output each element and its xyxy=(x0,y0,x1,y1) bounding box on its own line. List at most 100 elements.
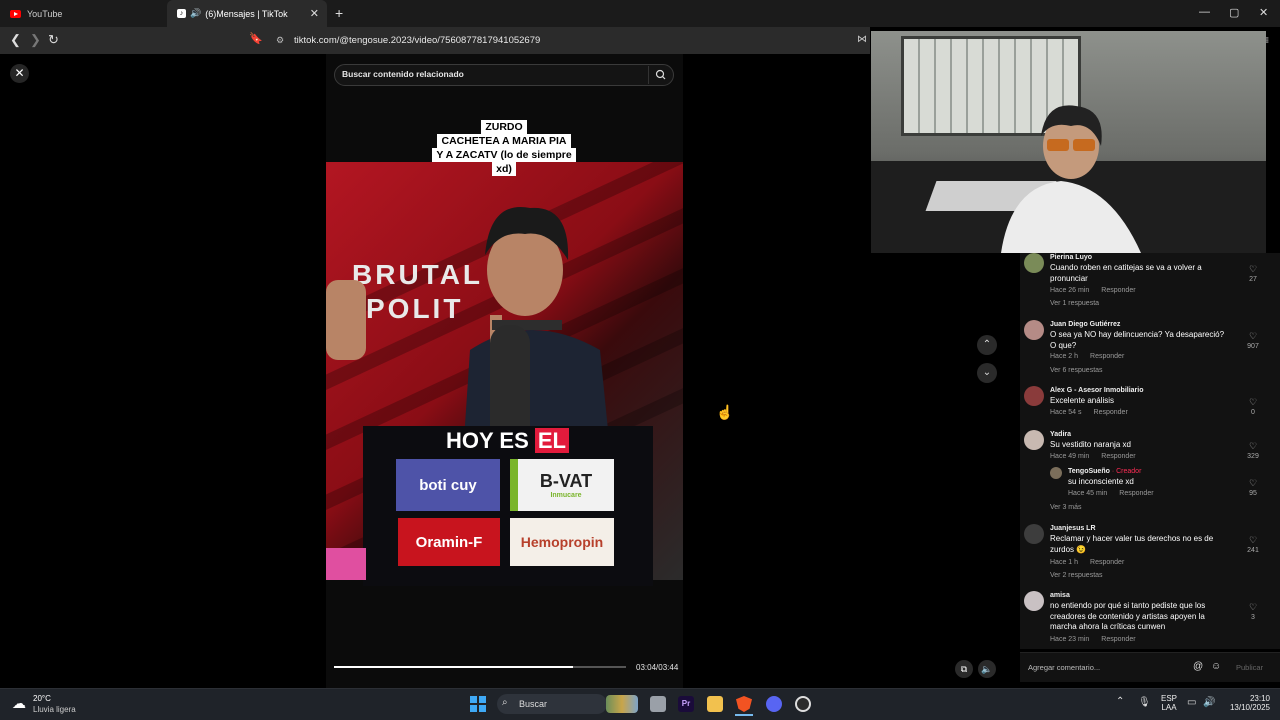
avatar[interactable] xyxy=(1024,591,1044,611)
search-icon: ⌕ xyxy=(502,697,508,708)
reply-button[interactable]: Responder xyxy=(1090,353,1124,360)
discord-icon[interactable] xyxy=(766,696,782,712)
url-field[interactable]: tiktok.com/@tengosue.2023/video/75608778… xyxy=(294,35,540,46)
taskbar-search-label: Buscar xyxy=(519,699,548,709)
avatar[interactable] xyxy=(1024,253,1044,273)
like-icon[interactable]: ♡ xyxy=(1247,264,1259,275)
comment-meta: Hace 2 h Responder xyxy=(1050,353,1125,360)
reply-button[interactable]: Responder xyxy=(1101,287,1135,294)
comment-meta: Hace 49 min Responder xyxy=(1050,453,1136,460)
comment-user[interactable]: Juan Diego Gutiérrez xyxy=(1050,321,1120,328)
tab-label: YouTube xyxy=(27,8,63,19)
file-explorer-icon[interactable] xyxy=(707,696,723,712)
like-icon[interactable]: ♡ xyxy=(1247,441,1259,452)
weather-desc: Lluvia ligera xyxy=(33,705,76,714)
reply-button[interactable]: Responder xyxy=(1101,636,1135,643)
weather-icon[interactable]: ☁ xyxy=(12,695,26,712)
comment-input[interactable]: Agregar comentario... xyxy=(1028,663,1100,672)
bookmark-icon[interactable]: 🔖 xyxy=(249,32,263,45)
search-icon[interactable] xyxy=(648,66,670,84)
language-indicator[interactable]: ESP LAA xyxy=(1161,694,1177,712)
like-icon[interactable]: ♡ xyxy=(1247,478,1259,489)
tab-label: (6)Mensajes | TikTok xyxy=(205,8,288,19)
site-settings-icon[interactable]: ⚙ xyxy=(276,35,284,46)
tab-tiktok[interactable]: ♪ 🔊 (6)Mensajes | TikTok ✕ xyxy=(167,0,327,27)
comment-text: Excelente análisis xyxy=(1050,396,1115,405)
pip-icon[interactable]: ⧉ xyxy=(955,660,973,678)
hemopropin-logo: Hemopropin xyxy=(510,518,614,566)
like-count: 3 xyxy=(1251,614,1255,621)
premiere-icon[interactable]: Pr xyxy=(678,696,694,712)
reader-icon[interactable]: ⋈ xyxy=(857,34,867,45)
close-window-button[interactable]: ✕ xyxy=(1259,6,1268,19)
tab-youtube[interactable]: YouTube xyxy=(0,0,165,27)
like-count: 241 xyxy=(1247,547,1259,554)
maximize-button[interactable]: ▢ xyxy=(1229,6,1239,19)
taskbar-search[interactable] xyxy=(497,694,607,714)
comment-user[interactable]: Pierina Luyo xyxy=(1050,254,1092,261)
view-replies[interactable]: Ver 6 respuestas xyxy=(1050,367,1103,374)
reply-button[interactable]: Responder xyxy=(1101,453,1135,460)
view-replies[interactable]: Ver 1 respuesta xyxy=(1050,300,1099,307)
avatar[interactable] xyxy=(1024,386,1044,406)
reload-icon[interactable]: ↻ xyxy=(48,32,59,48)
comment-text: Su vestidito naranja xd xyxy=(1050,440,1131,449)
back-icon[interactable]: ❮ xyxy=(10,32,21,48)
pink-object xyxy=(326,548,366,580)
forward-icon[interactable]: ❯ xyxy=(30,32,41,48)
like-count: 27 xyxy=(1249,276,1257,283)
search-highlight-image[interactable] xyxy=(606,695,638,713)
previous-video-button[interactable]: ⌃ xyxy=(977,335,997,355)
view-more-replies[interactable]: Ver 3 más xyxy=(1050,504,1082,511)
reply-user[interactable]: TengoSueño · Creador xyxy=(1068,468,1141,475)
like-icon[interactable]: ♡ xyxy=(1247,602,1259,613)
new-tab-button[interactable]: + xyxy=(335,5,343,21)
task-view-icon[interactable] xyxy=(650,696,666,712)
hand-cursor-icon: ☝ xyxy=(716,404,734,420)
windows-start-icon[interactable] xyxy=(470,696,486,712)
weather-temp[interactable]: 20°C xyxy=(33,694,51,703)
view-replies[interactable]: Ver 2 respuestas xyxy=(1050,572,1103,579)
youtube-icon xyxy=(10,9,21,18)
reply-button[interactable]: Responder xyxy=(1119,490,1153,497)
comment-user[interactable]: Yadira xyxy=(1050,431,1071,438)
microphone-icon[interactable]: 🎙 xyxy=(1138,697,1151,708)
comment-user[interactable]: Juanjesus LR xyxy=(1050,525,1096,532)
network-icon[interactable]: ▭ xyxy=(1187,697,1196,708)
tiktok-icon: ♪ xyxy=(177,9,186,18)
like-icon[interactable]: ♡ xyxy=(1247,331,1259,342)
comment-text: no entiendo por qué si tanto pediste que… xyxy=(1050,601,1206,631)
video-time: 03:04/03:44 xyxy=(636,663,679,672)
clock[interactable]: 23:10 13/10/2025 xyxy=(1226,694,1270,712)
progress-fill xyxy=(334,666,574,668)
comment-text: O sea ya NO hay delincuencia? Ya desapar… xyxy=(1050,330,1225,350)
obs-icon[interactable] xyxy=(795,696,811,712)
reply-button[interactable]: Responder xyxy=(1094,409,1128,416)
mention-icon[interactable]: @ xyxy=(1193,661,1203,672)
like-count: 95 xyxy=(1249,490,1257,497)
comment-user[interactable]: Alex G - Asesor Inmobiliario xyxy=(1050,387,1144,394)
like-icon[interactable]: ♡ xyxy=(1247,397,1259,408)
search-placeholder: Buscar contenido relacionado xyxy=(342,69,464,79)
oramin-logo: Oramin-F xyxy=(398,518,500,566)
reply-button[interactable]: Responder xyxy=(1090,559,1124,566)
comment-user[interactable]: amisa xyxy=(1050,592,1070,599)
avatar[interactable] xyxy=(1024,320,1044,340)
avatar[interactable] xyxy=(1024,430,1044,450)
comments-panel: Pierina Luyo Cuando roben en catitejas s… xyxy=(1020,253,1280,649)
volume-tray-icon[interactable]: 🔊 xyxy=(1203,697,1215,708)
volume-icon[interactable]: 🔈 xyxy=(978,660,996,678)
minimize-button[interactable]: — xyxy=(1199,6,1210,18)
emoji-icon[interactable]: ☺ xyxy=(1211,661,1221,672)
avatar[interactable] xyxy=(1024,524,1044,544)
close-video-button[interactable]: ✕ xyxy=(10,64,29,83)
close-tab-icon[interactable]: ✕ xyxy=(310,7,319,20)
speaker-icon: 🔊 xyxy=(190,8,202,18)
comment-text: Reclamar y hacer valer tus derechos no e… xyxy=(1050,534,1214,554)
like-icon[interactable]: ♡ xyxy=(1247,535,1259,546)
next-video-button[interactable]: ⌄ xyxy=(977,363,997,383)
publish-button[interactable]: Publicar xyxy=(1236,663,1263,672)
chevron-up-icon[interactable]: ⌃ xyxy=(1116,696,1124,707)
avatar[interactable] xyxy=(1050,467,1062,479)
reply-meta: Hace 45 min Responder xyxy=(1068,490,1154,497)
